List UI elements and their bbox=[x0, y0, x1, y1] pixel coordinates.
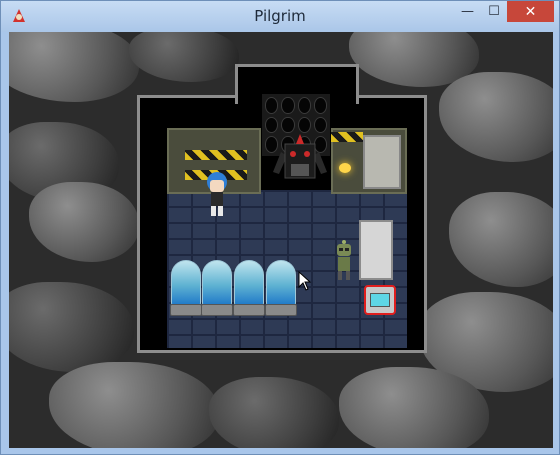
game-window: Pilgrim — ☐ ✕ bbox=[0, 0, 560, 455]
player-character-icon bbox=[207, 172, 227, 216]
stasis-tube[interactable] bbox=[233, 260, 265, 316]
hazard-stripe bbox=[331, 132, 363, 142]
hazard-stripe bbox=[185, 150, 247, 160]
cave-rock bbox=[129, 32, 239, 82]
game-viewport[interactable] bbox=[9, 32, 553, 448]
computer-terminal[interactable] bbox=[364, 285, 396, 315]
cave-rock bbox=[9, 282, 134, 372]
robot-npc-icon[interactable] bbox=[334, 239, 354, 281]
cave-rock bbox=[449, 192, 553, 287]
dark-machine-icon[interactable] bbox=[271, 132, 329, 190]
cave-rock bbox=[209, 377, 339, 448]
cave-rock bbox=[439, 72, 553, 162]
terminal-screen bbox=[370, 293, 390, 307]
cave-rock bbox=[9, 32, 139, 102]
cave-rock bbox=[29, 182, 139, 262]
stasis-tube[interactable] bbox=[170, 260, 202, 316]
lab-door[interactable] bbox=[363, 135, 401, 189]
stasis-tube[interactable] bbox=[265, 260, 297, 316]
warning-lamp-icon bbox=[339, 163, 351, 173]
title-bar[interactable]: Pilgrim — ☐ ✕ bbox=[1, 1, 559, 32]
minimize-button[interactable]: — bbox=[454, 1, 481, 22]
stasis-tube[interactable] bbox=[201, 260, 233, 316]
wall-console[interactable] bbox=[359, 220, 393, 280]
cave-rock bbox=[49, 362, 219, 448]
mouse-cursor-icon bbox=[298, 271, 312, 291]
maximize-button[interactable]: ☐ bbox=[481, 1, 507, 22]
close-button[interactable]: ✕ bbox=[507, 1, 554, 22]
